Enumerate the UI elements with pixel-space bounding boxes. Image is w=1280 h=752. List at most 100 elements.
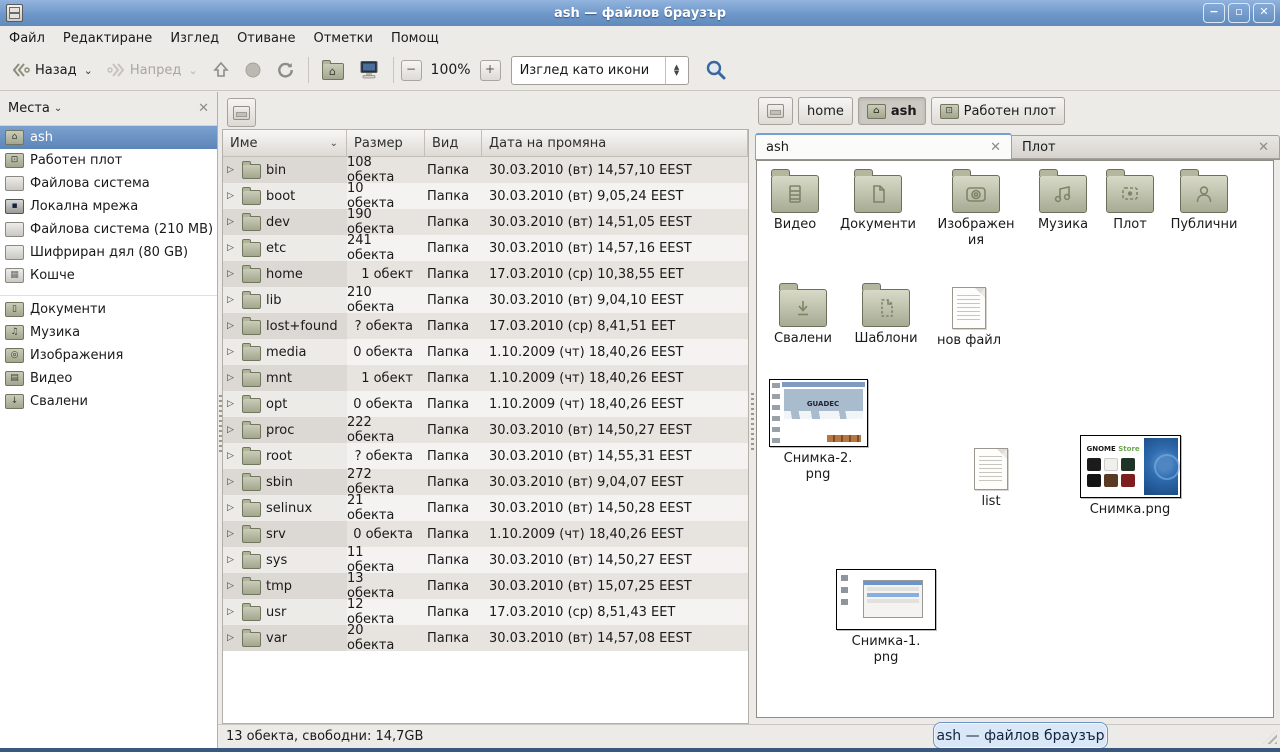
breadcrumb-ash-button[interactable]: ⌂ ash bbox=[858, 97, 926, 125]
sidebar-item[interactable]: ▦ Кошче bbox=[0, 264, 217, 287]
breadcrumb-root-button[interactable] bbox=[758, 97, 793, 125]
icon-item-documents[interactable]: Документи bbox=[836, 175, 920, 233]
tab-desktop[interactable]: Плот ✕ bbox=[1012, 135, 1280, 159]
expander-icon[interactable] bbox=[227, 243, 237, 253]
table-row[interactable]: selinux 21 обекта Папка 30.03.2010 (вт) … bbox=[223, 495, 748, 521]
breadcrumb-desktop-button[interactable]: ⊡ Работен плот bbox=[931, 97, 1065, 125]
sidebar-dropdown-chevron-icon[interactable]: ⌄ bbox=[54, 103, 62, 114]
icon-item-snimka1[interactable]: Снимка-1. png bbox=[833, 569, 939, 666]
breadcrumb-home-button[interactable]: home bbox=[798, 97, 853, 125]
table-row[interactable]: lib 210 обекта Папка 30.03.2010 (вт) 9,0… bbox=[223, 287, 748, 313]
pane-splitter[interactable] bbox=[751, 393, 754, 451]
expander-icon[interactable] bbox=[227, 399, 237, 409]
table-row[interactable]: bin 108 обекта Папка 30.03.2010 (вт) 14,… bbox=[223, 157, 748, 183]
table-row[interactable]: root ? обекта Папка 30.03.2010 (вт) 14,5… bbox=[223, 443, 748, 469]
table-row[interactable]: tmp 13 обекта Папка 30.03.2010 (вт) 15,0… bbox=[223, 573, 748, 599]
sidebar-item[interactable]: ⌂ ash bbox=[0, 126, 217, 149]
expander-icon[interactable] bbox=[227, 295, 237, 305]
menu-item[interactable]: Файл bbox=[0, 28, 54, 49]
icon-item-templates[interactable]: Шаблони bbox=[844, 289, 928, 347]
expander-icon[interactable] bbox=[227, 529, 237, 539]
table-row[interactable]: mnt 1 обект Папка 1.10.2009 (чт) 18,40,2… bbox=[223, 365, 748, 391]
sidebar-item[interactable]: ⊡ Работен плот bbox=[0, 149, 217, 172]
sidebar-item[interactable] bbox=[0, 287, 217, 296]
expander-icon[interactable] bbox=[227, 555, 237, 565]
column-header-size[interactable]: Размер bbox=[347, 130, 425, 156]
sidebar-title[interactable]: Места bbox=[8, 101, 50, 116]
table-row[interactable]: lost+found ? обекта Папка 17.03.2010 (ср… bbox=[223, 313, 748, 339]
resize-grip[interactable] bbox=[1263, 730, 1277, 744]
icon-item-snimka[interactable]: GNOME Store Снимка.png bbox=[1077, 435, 1183, 518]
table-row[interactable]: media 0 обекта Папка 1.10.2009 (чт) 18,4… bbox=[223, 339, 748, 365]
root-location-button[interactable] bbox=[227, 98, 256, 127]
expander-icon[interactable] bbox=[227, 373, 237, 383]
menu-item[interactable]: Редактиране bbox=[54, 28, 161, 49]
expander-icon[interactable] bbox=[227, 321, 237, 331]
table-row[interactable]: dev 190 обекта Папка 30.03.2010 (вт) 14,… bbox=[223, 209, 748, 235]
titlebar[interactable]: ash — файлов браузър − ▫ ✕ bbox=[0, 0, 1280, 27]
maximize-button[interactable]: ▫ bbox=[1228, 3, 1250, 23]
expander-icon[interactable] bbox=[227, 607, 237, 617]
sidebar-item[interactable]: Файлова система bbox=[0, 172, 217, 195]
sidebar-item[interactable]: Файлова система (210 MB) bbox=[0, 218, 217, 241]
column-header-type[interactable]: Вид bbox=[425, 130, 482, 156]
computer-button[interactable] bbox=[352, 55, 386, 85]
zoom-out-button[interactable]: − bbox=[401, 60, 422, 81]
menu-item[interactable]: Отиване bbox=[228, 28, 304, 49]
icon-item-public[interactable]: Публични bbox=[1162, 175, 1246, 233]
back-menu-chevron-icon[interactable]: ⌄ bbox=[84, 64, 93, 77]
table-row[interactable]: var 20 обекта Папка 30.03.2010 (вт) 14,5… bbox=[223, 625, 748, 651]
icon-item-images[interactable]: Изображен ия bbox=[934, 175, 1018, 249]
expander-icon[interactable] bbox=[227, 217, 237, 227]
expander-icon[interactable] bbox=[227, 165, 237, 175]
table-row[interactable]: etc 241 обекта Папка 30.03.2010 (вт) 14,… bbox=[223, 235, 748, 261]
table-row[interactable]: usr 12 обекта Папка 17.03.2010 (ср) 8,51… bbox=[223, 599, 748, 625]
icon-item-downloads[interactable]: Свалени bbox=[761, 289, 845, 347]
search-button[interactable] bbox=[699, 54, 733, 86]
icon-item-video[interactable]: Видео bbox=[753, 175, 837, 233]
sidebar-item[interactable]: ▯ Документи bbox=[0, 298, 217, 321]
tab-close-icon[interactable]: ✕ bbox=[980, 140, 1001, 155]
expander-icon[interactable] bbox=[227, 425, 237, 435]
reload-button[interactable] bbox=[270, 56, 301, 84]
minimize-button[interactable]: − bbox=[1203, 3, 1225, 23]
icon-item-new-file[interactable]: нов файл bbox=[927, 287, 1011, 349]
expander-icon[interactable] bbox=[227, 191, 237, 201]
expander-icon[interactable] bbox=[227, 633, 237, 643]
expander-icon[interactable] bbox=[227, 477, 237, 487]
expander-icon[interactable] bbox=[227, 503, 237, 513]
expander-icon[interactable] bbox=[227, 581, 237, 591]
sidebar-close-icon[interactable]: ✕ bbox=[198, 101, 209, 116]
home-button[interactable]: ⌂ bbox=[316, 56, 350, 85]
back-button[interactable]: Назад ⌄ bbox=[6, 57, 99, 83]
close-button[interactable]: ✕ bbox=[1253, 3, 1275, 23]
tab-ash[interactable]: ash ✕ bbox=[755, 133, 1012, 159]
tab-close-icon[interactable]: ✕ bbox=[1248, 140, 1269, 155]
sidebar-item[interactable]: ♫ Музика bbox=[0, 321, 217, 344]
sidebar-item[interactable]: ▪ Локална мрежа bbox=[0, 195, 217, 218]
table-row[interactable]: proc 222 обекта Папка 30.03.2010 (вт) 14… bbox=[223, 417, 748, 443]
forward-button[interactable]: Напред ⌄ bbox=[101, 57, 204, 83]
icon-item-snimka2[interactable]: GUADEC Снимка-2. png bbox=[765, 379, 871, 483]
view-mode-select[interactable]: Изглед като икони ▲▼ bbox=[511, 56, 689, 85]
table-row[interactable]: sbin 272 обекта Папка 30.03.2010 (вт) 9,… bbox=[223, 469, 748, 495]
menu-item[interactable]: Изглед bbox=[161, 28, 228, 49]
menu-item[interactable]: Помощ bbox=[382, 28, 448, 49]
menu-item[interactable]: Отметки bbox=[304, 28, 381, 49]
sidebar-item[interactable]: ◎ Изображения bbox=[0, 344, 217, 367]
expander-icon[interactable] bbox=[227, 269, 237, 279]
expander-icon[interactable] bbox=[227, 451, 237, 461]
table-row[interactable]: home 1 обект Папка 17.03.2010 (ср) 10,38… bbox=[223, 261, 748, 287]
expander-icon[interactable] bbox=[227, 347, 237, 357]
icon-item-desktop[interactable]: Плот bbox=[1088, 175, 1172, 233]
taskbar-window-chip[interactable]: ash — файлов браузър bbox=[933, 722, 1108, 749]
stop-button[interactable] bbox=[238, 56, 268, 84]
icon-item-list[interactable]: list bbox=[949, 448, 1033, 510]
sidebar-item[interactable]: ↓ Свалени bbox=[0, 390, 217, 413]
zoom-in-button[interactable]: + bbox=[480, 60, 501, 81]
sidebar-item[interactable]: Шифриран дял (80 GB) bbox=[0, 241, 217, 264]
table-row[interactable]: srv 0 обекта Папка 1.10.2009 (чт) 18,40,… bbox=[223, 521, 748, 547]
table-row[interactable]: boot 10 обекта Папка 30.03.2010 (вт) 9,0… bbox=[223, 183, 748, 209]
up-button[interactable] bbox=[206, 56, 236, 84]
table-row[interactable]: opt 0 обекта Папка 1.10.2009 (чт) 18,40,… bbox=[223, 391, 748, 417]
